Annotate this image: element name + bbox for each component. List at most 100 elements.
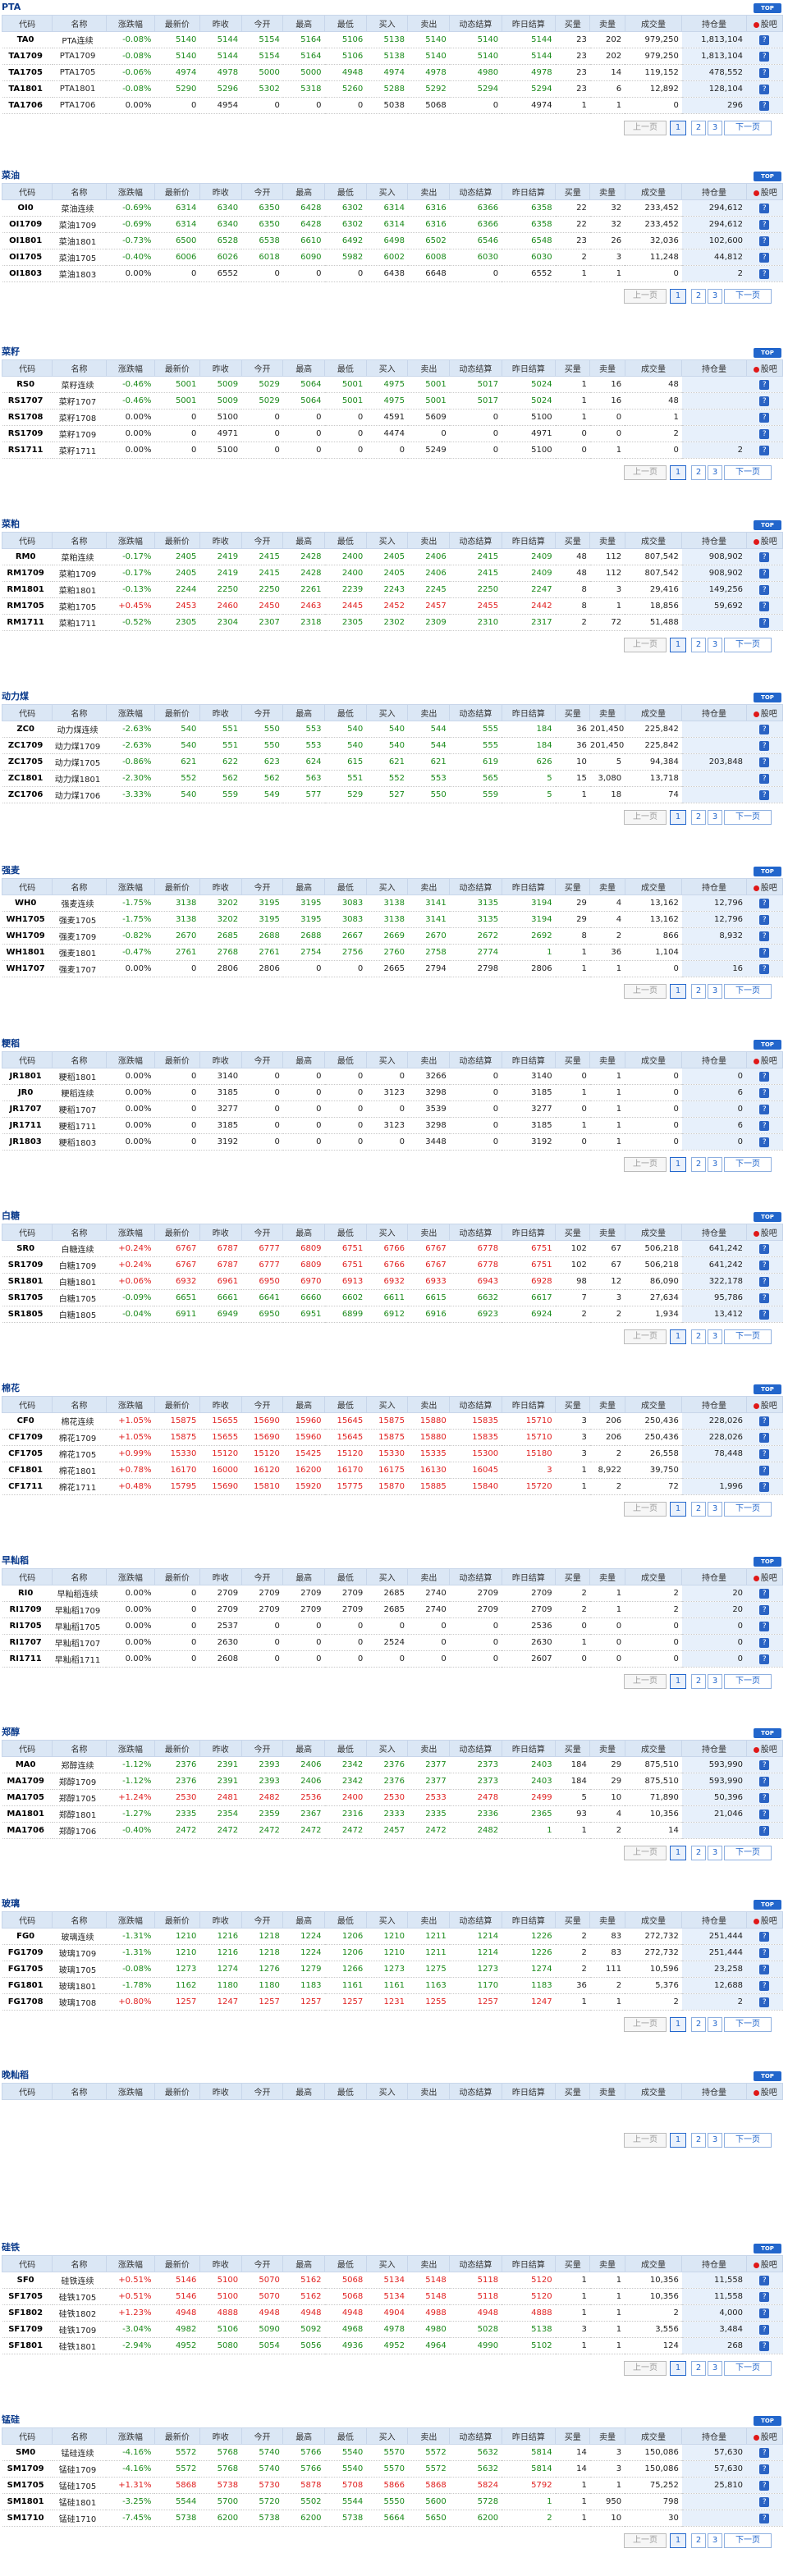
contract-name[interactable]: 早籼稻1707	[52, 1634, 107, 1651]
page-number-button[interactable]: 2	[691, 810, 706, 825]
guba-link-icon[interactable]: ?	[759, 2480, 770, 2491]
next-page-button[interactable]: 下一页	[724, 289, 772, 304]
contract-name[interactable]: 菜粕1705	[52, 597, 107, 615]
contract-code[interactable]: WH1707	[2, 960, 53, 977]
guba-link-icon[interactable]: ?	[759, 789, 770, 800]
contract-code[interactable]: ZC1705	[2, 753, 53, 771]
contract-name[interactable]: 棉花1709	[52, 1429, 107, 1446]
contract-name[interactable]: 菜籽1708	[52, 409, 107, 426]
page-number-button[interactable]: 3	[708, 2133, 722, 2148]
contract-name[interactable]: 锰硅1710	[52, 2510, 107, 2527]
guba-link-icon[interactable]: ?	[759, 2291, 770, 2302]
prev-page-button[interactable]: 上一页	[624, 638, 667, 652]
guba-link-icon[interactable]: ?	[759, 67, 770, 78]
contract-name[interactable]: 郑醇1709	[52, 1773, 107, 1790]
guba-link-icon[interactable]: ?	[759, 1980, 770, 1991]
contract-code[interactable]: MA1705	[2, 1789, 53, 1806]
guba-link-icon[interactable]: ?	[759, 1309, 770, 1320]
guba-link-icon[interactable]: ?	[759, 2275, 770, 2285]
guba-link-icon[interactable]: ?	[759, 914, 770, 925]
contract-name[interactable]: 郑醇1801	[52, 1805, 107, 1823]
contract-code[interactable]: SM1705	[2, 2477, 53, 2494]
page-number-button[interactable]: 1	[670, 1502, 686, 1517]
guba-link-icon[interactable]: ?	[759, 773, 770, 784]
contract-code[interactable]: RM1801	[2, 581, 53, 598]
contract-name[interactable]: 强麦1709	[52, 927, 107, 945]
guba-link-icon[interactable]: ?	[759, 2496, 770, 2507]
contract-name[interactable]: 玻璃连续	[52, 1928, 107, 1945]
guba-link-icon[interactable]: ?	[759, 2308, 770, 2318]
contract-name[interactable]: 菜油1705	[52, 249, 107, 266]
page-number-button[interactable]: 2	[691, 1502, 706, 1517]
contract-code[interactable]: RM1711	[2, 614, 53, 631]
contract-code[interactable]: CF1705	[2, 1445, 53, 1462]
next-page-button[interactable]: 下一页	[724, 638, 772, 652]
back-to-top-button[interactable]: TOP	[754, 3, 781, 13]
guba-link-icon[interactable]: ?	[759, 1776, 770, 1787]
next-page-button[interactable]: 下一页	[724, 465, 772, 480]
guba-link-icon[interactable]: ?	[759, 1087, 770, 1098]
contract-name[interactable]: 动力煤连续	[52, 721, 107, 738]
page-number-button[interactable]: 3	[708, 2361, 722, 2376]
guba-link-icon[interactable]: ?	[759, 1809, 770, 1819]
contract-name[interactable]: 强麦连续	[52, 895, 107, 912]
page-number-button[interactable]: 3	[708, 1846, 722, 1860]
prev-page-button[interactable]: 上一页	[624, 1502, 667, 1517]
contract-code[interactable]: RS0	[2, 376, 53, 393]
contract-name[interactable]: PTA1706	[52, 97, 107, 114]
contract-name[interactable]: 锰硅1709	[52, 2460, 107, 2478]
page-number-button[interactable]: 1	[670, 1674, 686, 1689]
contract-code[interactable]: RS1708	[2, 409, 53, 426]
contract-code[interactable]: WH1705	[2, 911, 53, 928]
contract-name[interactable]: 棉花连续	[52, 1412, 107, 1430]
contract-name[interactable]: 菜油1801	[52, 232, 107, 249]
guba-link-icon[interactable]: ?	[759, 84, 770, 94]
page-number-button[interactable]: 3	[708, 638, 722, 652]
guba-link-icon[interactable]: ?	[759, 757, 770, 767]
contract-name[interactable]: 动力煤1709	[52, 737, 107, 754]
contract-name[interactable]: 硅铁1705	[52, 2288, 107, 2305]
contract-name[interactable]: 锰硅连续	[52, 2444, 107, 2461]
contract-name[interactable]: 菜籽1711	[52, 442, 107, 459]
contract-code[interactable]: SM0	[2, 2444, 53, 2461]
contract-code[interactable]: FG1801	[2, 1977, 53, 1994]
page-number-button[interactable]: 3	[708, 984, 722, 999]
next-page-button[interactable]: 下一页	[724, 1674, 772, 1689]
contract-name[interactable]: 早籼稻1709	[52, 1601, 107, 1618]
guba-link-icon[interactable]: ?	[759, 396, 770, 406]
page-number-button[interactable]: 3	[708, 2017, 722, 2032]
contract-name[interactable]: 硅铁1709	[52, 2321, 107, 2338]
contract-code[interactable]: RI0	[2, 1585, 53, 1602]
guba-link-icon[interactable]: ?	[759, 1637, 770, 1648]
guba-link-icon[interactable]: ?	[759, 1120, 770, 1131]
page-number-button[interactable]: 1	[670, 810, 686, 825]
page-number-button[interactable]: 2	[691, 121, 706, 135]
page-number-button[interactable]: 1	[670, 121, 686, 135]
prev-page-button[interactable]: 上一页	[624, 1674, 667, 1689]
contract-name[interactable]: 郑醇连续	[52, 1756, 107, 1773]
contract-code[interactable]: SF1802	[2, 2304, 53, 2322]
contract-code[interactable]: CF1801	[2, 1462, 53, 1479]
contract-name[interactable]: PTA连续	[52, 31, 107, 48]
guba-link-icon[interactable]: ?	[759, 268, 770, 279]
guba-link-icon[interactable]: ?	[759, 1792, 770, 1803]
page-number-button[interactable]: 2	[691, 2533, 706, 2548]
contract-name[interactable]: 硅铁1801	[52, 2337, 107, 2354]
contract-name[interactable]: 菜籽1709	[52, 425, 107, 442]
contract-name[interactable]: 强麦1801	[52, 944, 107, 961]
next-page-button[interactable]: 下一页	[724, 2017, 772, 2032]
guba-link-icon[interactable]: ?	[759, 1481, 770, 1492]
contract-name[interactable]: PTA1709	[52, 48, 107, 65]
contract-name[interactable]: 硅铁1802	[52, 2304, 107, 2322]
contract-code[interactable]: SF1709	[2, 2321, 53, 2338]
contract-code[interactable]: FG1705	[2, 1961, 53, 1978]
guba-link-icon[interactable]: ?	[759, 1465, 770, 1476]
contract-name[interactable]: 菜籽连续	[52, 376, 107, 393]
contract-name[interactable]: 强麦1705	[52, 911, 107, 928]
contract-name[interactable]: 粳稻连续	[52, 1084, 107, 1101]
guba-link-icon[interactable]: ?	[759, 1416, 770, 1426]
page-number-button[interactable]: 1	[670, 2017, 686, 2032]
contract-code[interactable]: MA0	[2, 1756, 53, 1773]
guba-link-icon[interactable]: ?	[759, 963, 770, 974]
contract-code[interactable]: RI1707	[2, 1634, 53, 1651]
